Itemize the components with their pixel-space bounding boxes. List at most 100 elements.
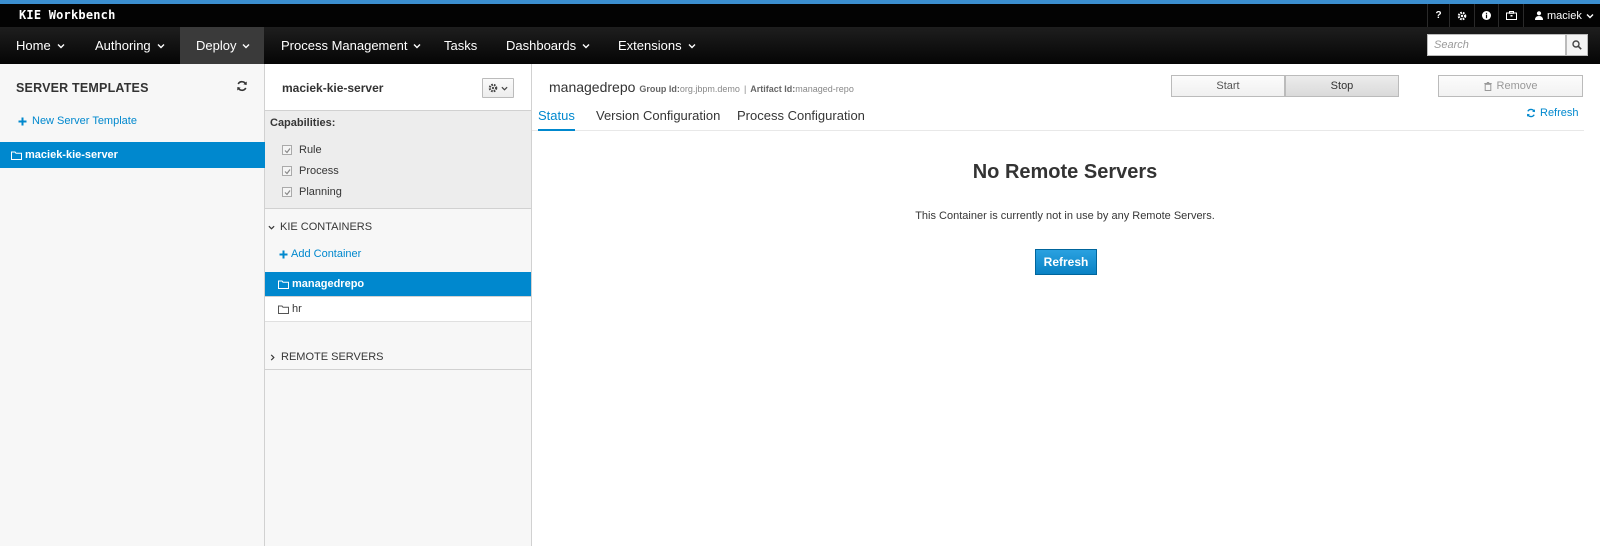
refresh-icon bbox=[1526, 108, 1536, 118]
gear-icon bbox=[1457, 11, 1467, 21]
chevron-down-icon bbox=[582, 42, 590, 50]
gear-icon bbox=[488, 83, 498, 93]
capability-label: Process bbox=[299, 165, 339, 177]
search-placeholder: Search bbox=[1434, 39, 1469, 51]
nav-label: Authoring bbox=[95, 38, 151, 53]
settings-button[interactable] bbox=[1449, 4, 1474, 27]
nav-label: Home bbox=[16, 38, 51, 53]
app-brand: KIE Workbench bbox=[19, 8, 116, 22]
group-id-value: org.jbpm.demo bbox=[679, 84, 740, 94]
top-bar: KIE Workbench ? maciek bbox=[0, 0, 1600, 27]
tab-version-configuration[interactable]: Version Configuration bbox=[596, 108, 720, 131]
chevron-down-icon bbox=[1586, 12, 1594, 20]
remove-button[interactable]: Remove bbox=[1438, 75, 1583, 97]
info-button[interactable] bbox=[1474, 4, 1498, 27]
folder-icon bbox=[11, 151, 22, 160]
refresh-link[interactable]: Refresh bbox=[1526, 107, 1579, 119]
capabilities-section: Capabilities: Rule Process Planning bbox=[265, 111, 531, 209]
new-server-template-link[interactable]: New Server Template bbox=[18, 115, 137, 127]
container-label: managedrepo bbox=[292, 278, 365, 290]
nav-tasks[interactable]: Tasks bbox=[444, 27, 477, 64]
search-icon bbox=[1572, 40, 1582, 50]
nav-extensions[interactable]: Extensions bbox=[618, 27, 696, 64]
plus-icon bbox=[18, 117, 27, 126]
add-container-link[interactable]: Add Container bbox=[279, 248, 361, 260]
remote-servers-toggle[interactable]: REMOTE SERVERS bbox=[265, 345, 531, 370]
chevron-down-icon bbox=[157, 42, 165, 50]
chevron-right-icon bbox=[269, 353, 276, 361]
group-id: Group Id:org.jbpm.demo bbox=[639, 84, 740, 94]
chevron-down-icon bbox=[501, 85, 508, 92]
help-icon: ? bbox=[1435, 10, 1442, 21]
folder-icon bbox=[278, 305, 289, 314]
container-detail: managedrepo Group Id:org.jbpm.demo | Art… bbox=[532, 64, 1600, 546]
nav-dashboards[interactable]: Dashboards bbox=[506, 27, 590, 64]
artifact-id: Artifact Id:managed-repo bbox=[750, 84, 854, 94]
meta-separator: | bbox=[743, 84, 747, 94]
capability-label: Rule bbox=[299, 144, 322, 156]
capability-planning: Planning bbox=[282, 186, 342, 198]
remove-label: Remove bbox=[1496, 80, 1538, 92]
search-button[interactable] bbox=[1566, 34, 1588, 56]
checkbox[interactable] bbox=[282, 187, 292, 197]
nav-label: Dashboards bbox=[506, 38, 577, 53]
container-name: managedrepo bbox=[549, 79, 636, 95]
empty-state-text: This Container is currently not in use b… bbox=[915, 210, 1215, 222]
checkbox[interactable] bbox=[282, 145, 292, 155]
nav-authoring[interactable]: Authoring bbox=[95, 27, 165, 64]
template-label: maciek-kie-server bbox=[25, 149, 118, 161]
group-id-label: Group Id: bbox=[639, 84, 680, 94]
trash-icon bbox=[1483, 81, 1492, 91]
start-button[interactable]: Start bbox=[1171, 75, 1285, 97]
add-container-label: Add Container bbox=[291, 248, 362, 260]
artifact-id-value: managed-repo bbox=[795, 84, 854, 94]
nav-label: Extensions bbox=[618, 38, 682, 53]
refresh-link-label: Refresh bbox=[1540, 107, 1579, 119]
new-template-label: New Server Template bbox=[32, 115, 137, 127]
server-header: maciek-kie-server bbox=[265, 64, 531, 111]
main-nav: Home Authoring Deploy Process Management… bbox=[0, 27, 1600, 64]
container-item-hr[interactable]: hr bbox=[265, 297, 531, 322]
nav-label: Deploy bbox=[196, 38, 237, 53]
nav-home[interactable]: Home bbox=[16, 27, 65, 64]
section-title: KIE CONTAINERS bbox=[280, 221, 373, 233]
info-icon bbox=[1482, 11, 1491, 20]
server-detail-panel: maciek-kie-server Capabilities: Rule Pro… bbox=[265, 64, 532, 546]
tab-process-configuration[interactable]: Process Configuration bbox=[737, 108, 865, 131]
tab-status[interactable]: Status bbox=[538, 108, 575, 131]
panel-title: SERVER TEMPLATES bbox=[16, 81, 149, 95]
nav-label: Process Management bbox=[281, 38, 408, 53]
nav-label: Tasks bbox=[444, 38, 478, 53]
refresh-button[interactable]: Refresh bbox=[1035, 249, 1097, 275]
checkbox[interactable] bbox=[282, 166, 292, 176]
server-templates-panel: SERVER TEMPLATES New Server Template mac… bbox=[0, 64, 265, 546]
chevron-down-icon bbox=[57, 42, 65, 50]
container-title: managedrepo Group Id:org.jbpm.demo | Art… bbox=[549, 79, 854, 95]
container-label: hr bbox=[292, 303, 302, 315]
container-tabs: Status Version Configuration Process Con… bbox=[532, 104, 1584, 131]
template-item-maciek-kie-server[interactable]: maciek-kie-server bbox=[0, 142, 265, 168]
section-title: REMOTE SERVERS bbox=[281, 351, 384, 363]
empty-state-title: No Remote Servers bbox=[972, 161, 1158, 183]
chevron-down-icon bbox=[268, 224, 275, 231]
plus-icon bbox=[279, 250, 288, 259]
server-settings-dropdown[interactable] bbox=[482, 78, 514, 98]
briefcase-icon bbox=[1505, 11, 1517, 20]
user-menu[interactable]: maciek bbox=[1523, 4, 1600, 27]
capabilities-label: Capabilities: bbox=[270, 117, 336, 129]
nav-process-management[interactable]: Process Management bbox=[281, 27, 421, 64]
stop-button[interactable]: Stop bbox=[1285, 75, 1399, 97]
briefcase-button[interactable] bbox=[1498, 4, 1523, 27]
container-item-managedrepo[interactable]: managedrepo bbox=[265, 272, 531, 297]
folder-icon bbox=[278, 280, 289, 289]
server-name: maciek-kie-server bbox=[282, 81, 384, 95]
capability-rule: Rule bbox=[282, 144, 322, 156]
search-input[interactable]: Search bbox=[1427, 34, 1566, 56]
help-button[interactable]: ? bbox=[1427, 4, 1449, 27]
refresh-icon[interactable] bbox=[236, 80, 248, 92]
user-icon bbox=[1535, 11, 1543, 20]
nav-deploy[interactable]: Deploy bbox=[180, 27, 264, 64]
chevron-down-icon bbox=[242, 42, 250, 50]
capability-label: Planning bbox=[299, 186, 342, 198]
kie-containers-toggle[interactable]: KIE CONTAINERS bbox=[268, 221, 372, 233]
